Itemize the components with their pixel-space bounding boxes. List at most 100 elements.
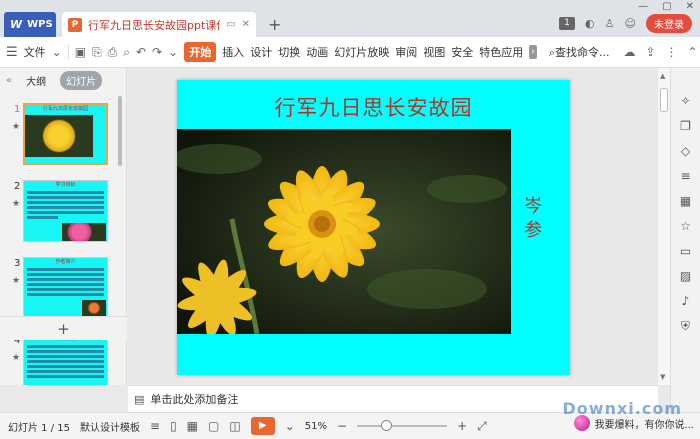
chrysanthemum-photo[interactable] bbox=[177, 129, 511, 334]
scroll-down-icon[interactable]: ▼ bbox=[660, 373, 665, 381]
slide-title[interactable]: 行军九日思长安故园 bbox=[177, 92, 570, 122]
slide-sorter-icon[interactable]: ▦ bbox=[187, 419, 198, 433]
play-slideshow-button[interactable]: ▶ bbox=[250, 417, 275, 435]
tab-outline[interactable]: 大纲 bbox=[20, 71, 52, 90]
chevron-up-icon[interactable]: ⌃ bbox=[688, 45, 698, 59]
slide-preview: 作者简介 bbox=[23, 257, 108, 319]
text-lines bbox=[24, 342, 107, 381]
current-slide[interactable]: 行军九日思长安故园 岑参 bbox=[177, 80, 570, 375]
maximize-icon[interactable]: ▢ bbox=[662, 1, 671, 12]
cloud-icon[interactable]: ☁ bbox=[623, 45, 635, 59]
picture-icon[interactable]: ▨ bbox=[679, 269, 693, 283]
redo-icon[interactable]: ↷ bbox=[152, 45, 162, 59]
undo-icon[interactable]: ↶ bbox=[136, 45, 146, 59]
login-button[interactable]: 未登录 bbox=[646, 14, 692, 33]
tab-animation[interactable]: 动画 bbox=[306, 44, 328, 60]
notes-icon: ▤ bbox=[134, 392, 145, 406]
normal-view-icon[interactable]: ▯ bbox=[170, 419, 177, 433]
watermark: Downxi.com 我要爆料，有你你说... bbox=[563, 399, 694, 431]
print-icon[interactable]: ⎙ bbox=[108, 45, 118, 60]
slide-panel-tabs: « 大纲 幻灯片 bbox=[0, 68, 126, 92]
zoom-slider-knob[interactable] bbox=[381, 420, 393, 431]
slide-panel-scrollbar[interactable] bbox=[118, 96, 122, 166]
reading-view-icon[interactable]: ▢ bbox=[208, 419, 219, 433]
slide-number: 3 bbox=[14, 258, 21, 269]
presenter-view-icon[interactable]: ◫ bbox=[229, 419, 240, 433]
canvas-scrollbar[interactable]: ▲ ▼ bbox=[658, 68, 670, 385]
slide-counter: 幻灯片 1 / 15 bbox=[8, 422, 70, 434]
tab-security[interactable]: 安全 bbox=[451, 44, 473, 60]
export-pdf-icon[interactable]: ⎘ bbox=[92, 45, 102, 60]
downxi-logo: Downxi.com bbox=[562, 399, 682, 418]
zoom-level[interactable]: 51% bbox=[305, 421, 327, 432]
template-icon[interactable]: ▦ bbox=[679, 194, 693, 208]
save-icon[interactable]: ▣ bbox=[75, 45, 86, 59]
print-preview-icon[interactable]: ⌕ bbox=[123, 45, 130, 60]
slide-thumbnail[interactable]: 2 ★ 学习目标 bbox=[0, 177, 118, 251]
template-name[interactable]: 默认设计模板 bbox=[80, 419, 140, 434]
tab-close-icon[interactable]: ✕ bbox=[242, 19, 250, 30]
document-tab[interactable]: P 行军九日思长安故园ppt课件 (2) ▭ ✕ bbox=[62, 12, 256, 37]
favorite-star-icon[interactable]: ☆ bbox=[679, 219, 693, 233]
skin-icon[interactable]: ◐ bbox=[585, 17, 595, 30]
wps-home-tab[interactable]: W WPS bbox=[4, 12, 56, 37]
window-count-badge[interactable]: 1 bbox=[559, 17, 576, 30]
more-icon[interactable]: ⋮ bbox=[666, 45, 678, 59]
tab-insert[interactable]: 插入 bbox=[222, 44, 244, 60]
notes-toggle-icon[interactable]: ≡ bbox=[150, 419, 160, 433]
new-tab-button[interactable]: + bbox=[268, 15, 281, 34]
star-icon: ★ bbox=[12, 276, 21, 286]
flower-thumbnail-icon bbox=[82, 300, 106, 316]
command-search[interactable]: ⌕查找命令... bbox=[549, 44, 610, 60]
author-name[interactable]: 岑参 bbox=[522, 195, 544, 243]
more-tabs-icon[interactable]: › bbox=[529, 45, 537, 59]
tab-slideshow[interactable]: 幻灯片放映 bbox=[334, 44, 389, 60]
shirt-icon[interactable]: ♙ bbox=[605, 17, 615, 30]
command-search-label: 查找命令... bbox=[554, 46, 610, 59]
slide-preview: 写作背景 bbox=[23, 334, 108, 385]
slide-thumbnails: 1 ★ 行军九日思长安故园 2 ★ 学习目标 3 ★ 作者简介 4 ★ bbox=[0, 96, 118, 385]
zoom-in-icon[interactable]: + bbox=[457, 419, 467, 433]
settings-sliders-icon[interactable]: ≡ bbox=[679, 169, 693, 183]
copy-style-icon[interactable]: ❐ bbox=[679, 119, 693, 133]
chevron-down-icon[interactable]: ⌄ bbox=[285, 419, 295, 433]
file-menu[interactable]: 文件 bbox=[24, 44, 46, 60]
notes-placeholder[interactable]: 单击此处添加备注 bbox=[150, 391, 238, 407]
tab-view[interactable]: 视图 bbox=[423, 44, 445, 60]
tab-home[interactable]: 开始 bbox=[184, 42, 217, 62]
minimize-icon[interactable]: — bbox=[638, 1, 648, 12]
star-icon: ★ bbox=[12, 122, 21, 132]
slide-thumbnail[interactable]: 1 ★ 行军九日思长安故园 bbox=[0, 100, 118, 174]
chevron-down-icon[interactable]: ⌄ bbox=[168, 45, 178, 59]
document-title: 行军九日思长安故园ppt课件 (2) bbox=[88, 18, 221, 32]
audio-icon[interactable]: ♪ bbox=[679, 294, 693, 308]
add-slide-button[interactable]: + bbox=[0, 316, 127, 340]
slide-preview-title: 学习目标 bbox=[55, 182, 76, 188]
shield-icon[interactable]: ⛨ bbox=[679, 319, 693, 333]
slide-preview: 行军九日思长安故园 bbox=[23, 103, 108, 165]
close-icon[interactable]: ✕ bbox=[686, 1, 694, 12]
title-bar: — ▢ ✕ W WPS P 行军九日思长安故园ppt课件 (2) ▭ ✕ + 1… bbox=[0, 0, 700, 37]
share-icon[interactable]: ⇪ bbox=[645, 45, 655, 59]
slide-preview-title: 行军九日思长安故园 bbox=[42, 106, 88, 112]
collapse-panel-icon[interactable]: « bbox=[6, 75, 12, 86]
tab-design[interactable]: 设计 bbox=[250, 44, 272, 60]
scroll-up-icon[interactable]: ▲ bbox=[660, 72, 665, 80]
layout-icon[interactable]: ▭ bbox=[679, 244, 693, 258]
zoom-out-icon[interactable]: − bbox=[337, 419, 347, 433]
user-icon[interactable]: ☺ bbox=[625, 17, 636, 30]
fit-to-window-icon[interactable]: ⤢ bbox=[477, 419, 487, 434]
zoom-slider[interactable] bbox=[357, 420, 448, 431]
magic-wand-icon[interactable]: ✧ bbox=[679, 94, 693, 108]
tab-features[interactable]: 特色应用 bbox=[479, 44, 523, 60]
monitor-icon[interactable]: ▭ bbox=[226, 19, 235, 30]
scrollbar-thumb[interactable] bbox=[660, 88, 668, 112]
menu-bar: ☰ 文件 ⌄ ▣ ⎘ ⎙ ⌕ ↶ ↷ ⌄ 开始 插入 设计 切换 动画 幻灯片放… bbox=[0, 37, 700, 68]
shapes-icon[interactable]: ◇ bbox=[679, 144, 693, 158]
menu-icon[interactable]: ☰ bbox=[6, 45, 18, 60]
window-controls: — ▢ ✕ bbox=[638, 1, 694, 12]
tab-slides[interactable]: 幻灯片 bbox=[60, 70, 103, 90]
chevron-down-icon[interactable]: ⌄ bbox=[52, 45, 62, 59]
tab-transition[interactable]: 切换 bbox=[278, 44, 300, 60]
tab-review[interactable]: 审阅 bbox=[395, 44, 417, 60]
